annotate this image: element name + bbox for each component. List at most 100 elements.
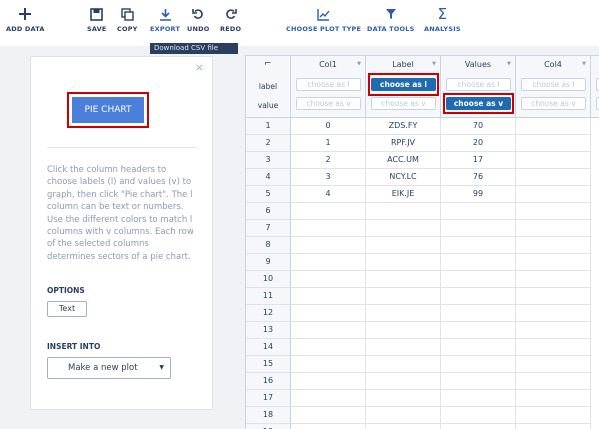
- table-cell[interactable]: [516, 288, 591, 305]
- table-cell[interactable]: [441, 203, 516, 220]
- export-button[interactable]: EXPORT: [150, 6, 180, 33]
- table-cell[interactable]: ACC.UM: [366, 152, 441, 169]
- table-cell[interactable]: [441, 339, 516, 356]
- table-cell[interactable]: [441, 373, 516, 390]
- choose-plot-type-button[interactable]: CHOOSE PLOT TYPE: [286, 6, 361, 33]
- insert-into-select[interactable]: Make a new plot ▼: [47, 357, 171, 379]
- table-cell[interactable]: [366, 390, 441, 407]
- save-button[interactable]: SAVE: [87, 6, 107, 33]
- table-cell[interactable]: [291, 254, 366, 271]
- table-cell[interactable]: [366, 271, 441, 288]
- table-cell[interactable]: 1: [291, 135, 366, 152]
- table-cell[interactable]: [366, 322, 441, 339]
- table-cell[interactable]: 0: [291, 118, 366, 135]
- table-cell[interactable]: [366, 288, 441, 305]
- column-header-5[interactable]: ▼choose as lchoose as v: [591, 56, 599, 118]
- table-cell[interactable]: [291, 203, 366, 220]
- table-cell[interactable]: [291, 390, 366, 407]
- table-cell[interactable]: [516, 135, 591, 152]
- table-cell[interactable]: [516, 339, 591, 356]
- table-cell[interactable]: [291, 373, 366, 390]
- table-cell[interactable]: [516, 322, 591, 339]
- table-cell[interactable]: [441, 390, 516, 407]
- table-cell[interactable]: [516, 237, 591, 254]
- column-menu-icon[interactable]: ▼: [582, 61, 586, 67]
- table-cell[interactable]: [366, 237, 441, 254]
- table-cell[interactable]: [366, 339, 441, 356]
- table-cell[interactable]: 3: [291, 169, 366, 186]
- table-cell[interactable]: [291, 220, 366, 237]
- table-cell[interactable]: [366, 407, 441, 424]
- table-cell[interactable]: [441, 271, 516, 288]
- choose-label-chip[interactable]: choose as l: [446, 78, 511, 91]
- table-cell[interactable]: [441, 288, 516, 305]
- data-tools-button[interactable]: DATA TOOLS: [367, 6, 414, 33]
- table-cell[interactable]: [366, 356, 441, 373]
- table-cell[interactable]: [291, 288, 366, 305]
- table-cell[interactable]: [516, 152, 591, 169]
- table-cell[interactable]: [366, 424, 441, 429]
- table-cell[interactable]: [516, 186, 591, 203]
- table-cell[interactable]: [516, 254, 591, 271]
- close-icon[interactable]: ×: [195, 61, 204, 74]
- table-cell[interactable]: NCY.LC: [366, 169, 441, 186]
- table-cell[interactable]: RPF.JV: [366, 135, 441, 152]
- table-cell[interactable]: [291, 407, 366, 424]
- table-cell[interactable]: [366, 373, 441, 390]
- choose-value-chip[interactable]: choose as v: [296, 97, 361, 110]
- table-cell[interactable]: 2: [291, 152, 366, 169]
- pie-chart-button[interactable]: PIE CHART: [72, 97, 144, 123]
- add-data-button[interactable]: ADD DATA: [6, 6, 45, 33]
- choose-value-chip[interactable]: choose as v: [371, 97, 436, 110]
- table-cell[interactable]: ZDS.FY: [366, 118, 441, 135]
- table-cell[interactable]: [291, 237, 366, 254]
- table-cell[interactable]: [291, 356, 366, 373]
- table-cell[interactable]: [516, 356, 591, 373]
- table-cell[interactable]: [516, 118, 591, 135]
- table-cell[interactable]: [516, 390, 591, 407]
- select-all-icon[interactable]: ⌐: [264, 59, 272, 69]
- text-option-button[interactable]: Text: [47, 301, 87, 317]
- table-cell[interactable]: [291, 322, 366, 339]
- table-cell[interactable]: [516, 407, 591, 424]
- table-cell[interactable]: [441, 220, 516, 237]
- table-cell[interactable]: 4: [291, 186, 366, 203]
- table-cell[interactable]: 17: [441, 152, 516, 169]
- table-cell[interactable]: [441, 424, 516, 429]
- column-menu-icon[interactable]: ▼: [507, 61, 511, 67]
- table-cell[interactable]: [291, 271, 366, 288]
- column-menu-icon[interactable]: ▼: [432, 61, 436, 67]
- table-cell[interactable]: [516, 424, 591, 429]
- table-cell[interactable]: 70: [441, 118, 516, 135]
- table-cell[interactable]: [516, 373, 591, 390]
- table-cell[interactable]: [441, 407, 516, 424]
- choose-value-chip[interactable]: choose as v: [521, 97, 586, 110]
- table-cell[interactable]: [441, 254, 516, 271]
- table-cell[interactable]: 20: [441, 135, 516, 152]
- analysis-button[interactable]: Σ ANALYSIS: [424, 5, 461, 33]
- choose-label-chip[interactable]: choose as l: [521, 78, 586, 91]
- table-cell[interactable]: 76: [441, 169, 516, 186]
- table-cell[interactable]: 99: [441, 186, 516, 203]
- table-cell[interactable]: [441, 305, 516, 322]
- table-cell[interactable]: [366, 254, 441, 271]
- table-cell[interactable]: [441, 356, 516, 373]
- column-menu-icon[interactable]: ▼: [357, 61, 361, 67]
- redo-button[interactable]: REDO: [220, 6, 241, 33]
- table-cell[interactable]: [441, 237, 516, 254]
- table-cell[interactable]: EIK.JE: [366, 186, 441, 203]
- table-cell[interactable]: [366, 220, 441, 237]
- column-header-4[interactable]: Col4 ▼ choose as l choose as v: [516, 56, 591, 118]
- table-cell[interactable]: [516, 220, 591, 237]
- table-cell[interactable]: [366, 203, 441, 220]
- choose-label-chip[interactable]: choose as l: [296, 78, 361, 91]
- table-cell[interactable]: [441, 322, 516, 339]
- table-cell[interactable]: [291, 339, 366, 356]
- table-cell[interactable]: [516, 169, 591, 186]
- table-cell[interactable]: [366, 305, 441, 322]
- table-cell[interactable]: [291, 305, 366, 322]
- undo-button[interactable]: UNDO: [187, 6, 209, 33]
- table-cell[interactable]: [516, 203, 591, 220]
- table-cell[interactable]: [291, 424, 366, 429]
- table-cell[interactable]: [516, 271, 591, 288]
